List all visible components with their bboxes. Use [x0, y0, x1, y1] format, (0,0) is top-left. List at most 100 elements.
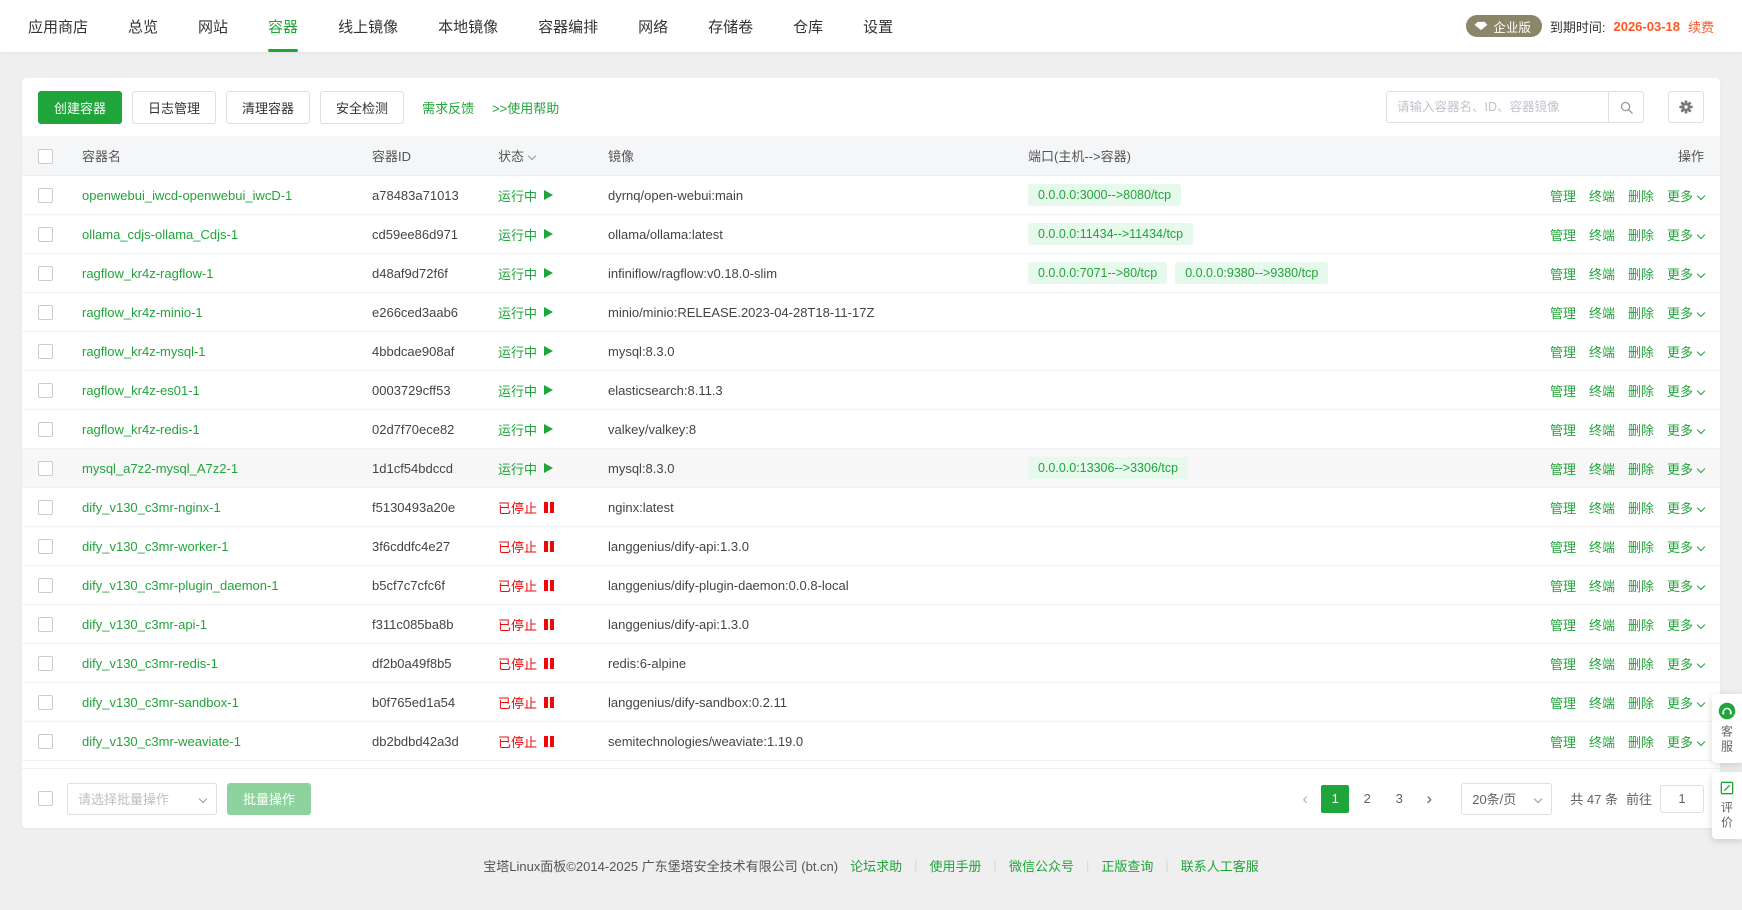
- footer-link[interactable]: 正版查询: [1101, 856, 1153, 875]
- next-page-button[interactable]: ›: [1415, 785, 1443, 813]
- manage-link[interactable]: 管理: [1550, 537, 1576, 556]
- container-name-link[interactable]: dify_v130_c3mr-api-1: [82, 617, 207, 632]
- terminal-link[interactable]: 终端: [1589, 654, 1615, 673]
- clean-container-button[interactable]: 清理容器: [226, 91, 310, 124]
- terminal-link[interactable]: 终端: [1589, 225, 1615, 244]
- more-link[interactable]: 更多: [1667, 615, 1704, 634]
- more-link[interactable]: 更多: [1667, 498, 1704, 517]
- goto-page-input[interactable]: [1660, 785, 1704, 813]
- prev-page-button[interactable]: ‹: [1291, 785, 1319, 813]
- container-name-link[interactable]: dify_v130_c3mr-sandbox-1: [82, 695, 239, 710]
- search-input[interactable]: [1386, 91, 1608, 123]
- batch-operation-button[interactable]: 批量操作: [227, 783, 311, 815]
- select-all-checkbox[interactable]: [38, 149, 53, 164]
- container-name-link[interactable]: dify_v130_c3mr-nginx-1: [82, 500, 221, 515]
- more-link[interactable]: 更多: [1667, 576, 1704, 595]
- more-link[interactable]: 更多: [1667, 264, 1704, 283]
- nav-item-website[interactable]: 网站: [198, 0, 228, 52]
- create-container-button[interactable]: 创建容器: [38, 91, 122, 124]
- security-check-button[interactable]: 安全检测: [320, 91, 404, 124]
- delete-link[interactable]: 删除: [1628, 264, 1654, 283]
- manage-link[interactable]: 管理: [1550, 654, 1576, 673]
- delete-link[interactable]: 删除: [1628, 420, 1654, 439]
- terminal-link[interactable]: 终端: [1589, 381, 1615, 400]
- customer-service-widget[interactable]: 客服: [1712, 694, 1742, 763]
- delete-link[interactable]: 删除: [1628, 576, 1654, 595]
- page-size-select[interactable]: 20条/页: [1461, 783, 1552, 815]
- delete-link[interactable]: 删除: [1628, 654, 1654, 673]
- nav-item-container[interactable]: 容器: [268, 0, 298, 52]
- manage-link[interactable]: 管理: [1550, 381, 1576, 400]
- row-checkbox[interactable]: [38, 383, 53, 398]
- more-link[interactable]: 更多: [1667, 225, 1704, 244]
- manage-link[interactable]: 管理: [1550, 303, 1576, 322]
- settings-button[interactable]: [1668, 91, 1704, 123]
- container-name-link[interactable]: dify_v130_c3mr-redis-1: [82, 656, 218, 671]
- terminal-link[interactable]: 终端: [1589, 186, 1615, 205]
- review-widget[interactable]: 评价: [1712, 772, 1742, 839]
- delete-link[interactable]: 删除: [1628, 498, 1654, 517]
- delete-link[interactable]: 删除: [1628, 615, 1654, 634]
- manage-link[interactable]: 管理: [1550, 576, 1576, 595]
- manage-link[interactable]: 管理: [1550, 225, 1576, 244]
- row-checkbox[interactable]: [38, 266, 53, 281]
- manage-link[interactable]: 管理: [1550, 615, 1576, 634]
- container-name-link[interactable]: dify_v130_c3mr-plugin_daemon-1: [82, 578, 279, 593]
- delete-link[interactable]: 删除: [1628, 693, 1654, 712]
- terminal-link[interactable]: 终端: [1589, 303, 1615, 322]
- container-name-link[interactable]: ragflow_kr4z-ragflow-1: [82, 266, 214, 281]
- page-button-2[interactable]: 2: [1353, 785, 1381, 813]
- page-button-1[interactable]: 1: [1321, 785, 1349, 813]
- manage-link[interactable]: 管理: [1550, 420, 1576, 439]
- footer-link[interactable]: 使用手册: [930, 856, 982, 875]
- manage-link[interactable]: 管理: [1550, 732, 1576, 751]
- feedback-link[interactable]: 需求反馈: [422, 98, 474, 117]
- more-link[interactable]: 更多: [1667, 459, 1704, 478]
- manage-link[interactable]: 管理: [1550, 342, 1576, 361]
- row-checkbox[interactable]: [38, 227, 53, 242]
- batch-select-all-checkbox[interactable]: [38, 791, 53, 806]
- row-checkbox[interactable]: [38, 344, 53, 359]
- search-button[interactable]: [1608, 91, 1644, 123]
- container-name-link[interactable]: mysql_a7z2-mysql_A7z2-1: [82, 461, 238, 476]
- row-checkbox[interactable]: [38, 188, 53, 203]
- delete-link[interactable]: 删除: [1628, 732, 1654, 751]
- terminal-link[interactable]: 终端: [1589, 342, 1615, 361]
- terminal-link[interactable]: 终端: [1589, 615, 1615, 634]
- row-checkbox[interactable]: [38, 695, 53, 710]
- footer-link[interactable]: 微信公众号: [1009, 856, 1074, 875]
- row-checkbox[interactable]: [38, 500, 53, 515]
- more-link[interactable]: 更多: [1667, 537, 1704, 556]
- row-checkbox[interactable]: [38, 539, 53, 554]
- container-name-link[interactable]: ragflow_kr4z-mysql-1: [82, 344, 206, 359]
- row-checkbox[interactable]: [38, 734, 53, 749]
- container-name-link[interactable]: dify_v130_c3mr-worker-1: [82, 539, 229, 554]
- delete-link[interactable]: 删除: [1628, 381, 1654, 400]
- manage-link[interactable]: 管理: [1550, 264, 1576, 283]
- more-link[interactable]: 更多: [1667, 654, 1704, 673]
- terminal-link[interactable]: 终端: [1589, 537, 1615, 556]
- terminal-link[interactable]: 终端: [1589, 693, 1615, 712]
- terminal-link[interactable]: 终端: [1589, 576, 1615, 595]
- more-link[interactable]: 更多: [1667, 342, 1704, 361]
- renew-link[interactable]: 续费: [1688, 17, 1714, 36]
- delete-link[interactable]: 删除: [1628, 537, 1654, 556]
- page-button-3[interactable]: 3: [1385, 785, 1413, 813]
- nav-item-compose[interactable]: 容器编排: [538, 0, 598, 52]
- manage-link[interactable]: 管理: [1550, 459, 1576, 478]
- nav-item-repo[interactable]: 仓库: [793, 0, 823, 52]
- delete-link[interactable]: 删除: [1628, 342, 1654, 361]
- container-name-link[interactable]: openwebui_iwcd-openwebui_iwcD-1: [82, 188, 292, 203]
- footer-link[interactable]: 联系人工客服: [1181, 856, 1259, 875]
- row-checkbox[interactable]: [38, 656, 53, 671]
- more-link[interactable]: 更多: [1667, 381, 1704, 400]
- row-checkbox[interactable]: [38, 617, 53, 632]
- delete-link[interactable]: 删除: [1628, 303, 1654, 322]
- nav-item-local-image[interactable]: 本地镜像: [438, 0, 498, 52]
- row-checkbox[interactable]: [38, 461, 53, 476]
- terminal-link[interactable]: 终端: [1589, 732, 1615, 751]
- terminal-link[interactable]: 终端: [1589, 264, 1615, 283]
- container-name-link[interactable]: dify_v130_c3mr-weaviate-1: [82, 734, 241, 749]
- delete-link[interactable]: 删除: [1628, 225, 1654, 244]
- delete-link[interactable]: 删除: [1628, 459, 1654, 478]
